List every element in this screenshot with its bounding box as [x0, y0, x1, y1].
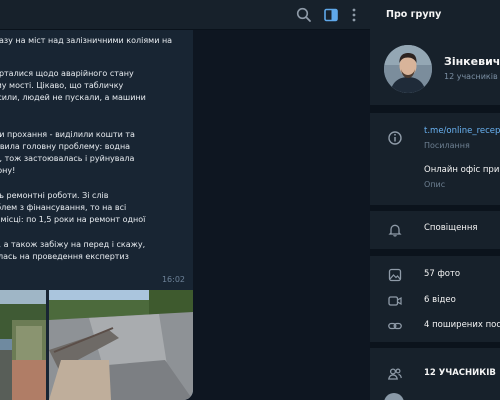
avatar[interactable]	[384, 45, 432, 93]
chat-area: азу на міст над залізничними коліями на …	[0, 0, 370, 400]
link-caption: Посилання	[424, 141, 470, 150]
link-icon	[387, 318, 403, 334]
media-block: 57 фото 6 відео 4 поширених пос	[370, 256, 500, 342]
photo-thumbnail[interactable]	[0, 290, 46, 400]
message-line: на цьому мості. Цікаво, що табличку	[0, 81, 124, 90]
message-bubble[interactable]: азу на міст над залізничними коліями на …	[0, 30, 193, 400]
info-icon	[387, 130, 403, 146]
message-line: хідну зону!	[0, 166, 16, 175]
chat-background	[193, 30, 370, 400]
bell-icon	[387, 222, 403, 238]
message-line: ово зверталися щодо аварійного стану	[0, 69, 134, 78]
message-line: де проблем з фінансування, то на всі	[0, 203, 127, 212]
message-line: яка виявила головну проблему: водна	[0, 142, 131, 151]
message-line: емонту, а також забіжу на перед і скажу,	[0, 240, 146, 249]
members-header: 12 УЧАСНИКІВ	[424, 368, 496, 378]
videos-link[interactable]: 6 відео	[424, 295, 456, 305]
group-link[interactable]: t.me/online_recept	[424, 126, 500, 136]
group-header-block: Про групу Зінкевич І 12 учасників	[370, 0, 500, 105]
message-line: ди	[0, 104, 188, 115]
members-block: 12 УЧАСНИКІВ	[370, 348, 500, 400]
panel-title: Про групу	[386, 9, 442, 20]
members-count: 12 учасників	[444, 72, 498, 81]
member-avatar[interactable]	[384, 393, 404, 400]
more-vertical-icon[interactable]	[345, 6, 363, 24]
video-icon	[387, 293, 403, 309]
message-line: рібно 3 місці: по 1,5 роки на ремонт одн…	[0, 215, 146, 224]
message-time: 16:02	[161, 275, 185, 284]
message-line: з мосту, тож застоювалась і руйнувала	[0, 154, 135, 163]
sidebar-toggle-icon[interactable]	[322, 6, 340, 24]
members-icon	[387, 366, 403, 382]
photos-link[interactable]: 57 фото	[424, 269, 460, 279]
description-caption: Опис	[424, 180, 446, 189]
message-line: канцями прохання - виділили кошти та	[0, 130, 135, 139]
message-line: м" повісили, людей не пускали, а машини	[0, 93, 146, 102]
search-icon[interactable]	[295, 6, 313, 24]
message-line: азу на міст над залізничними коліями на	[0, 36, 173, 45]
photo-icon	[387, 267, 403, 283]
group-name: Зінкевич І	[444, 55, 500, 68]
message-line: ривають ремонтні роботи. Зі слів	[0, 191, 109, 200]
group-info-panel: Про групу Зінкевич І 12 учасників t.me/o…	[370, 0, 500, 400]
notifications-label: Сповіщення	[424, 223, 478, 233]
shared-links-link[interactable]: 4 поширених пос	[424, 320, 500, 330]
message-line: погодилась на проведення експертиз	[0, 252, 129, 261]
notifications-block[interactable]: Сповіщення	[370, 211, 500, 249]
photo-thumbnail[interactable]	[49, 290, 193, 400]
group-details-block: t.me/online_recept Посилання Онлайн офіс…	[370, 113, 500, 205]
group-description: Онлайн офіс прий	[424, 165, 500, 175]
chat-header	[0, 0, 370, 30]
